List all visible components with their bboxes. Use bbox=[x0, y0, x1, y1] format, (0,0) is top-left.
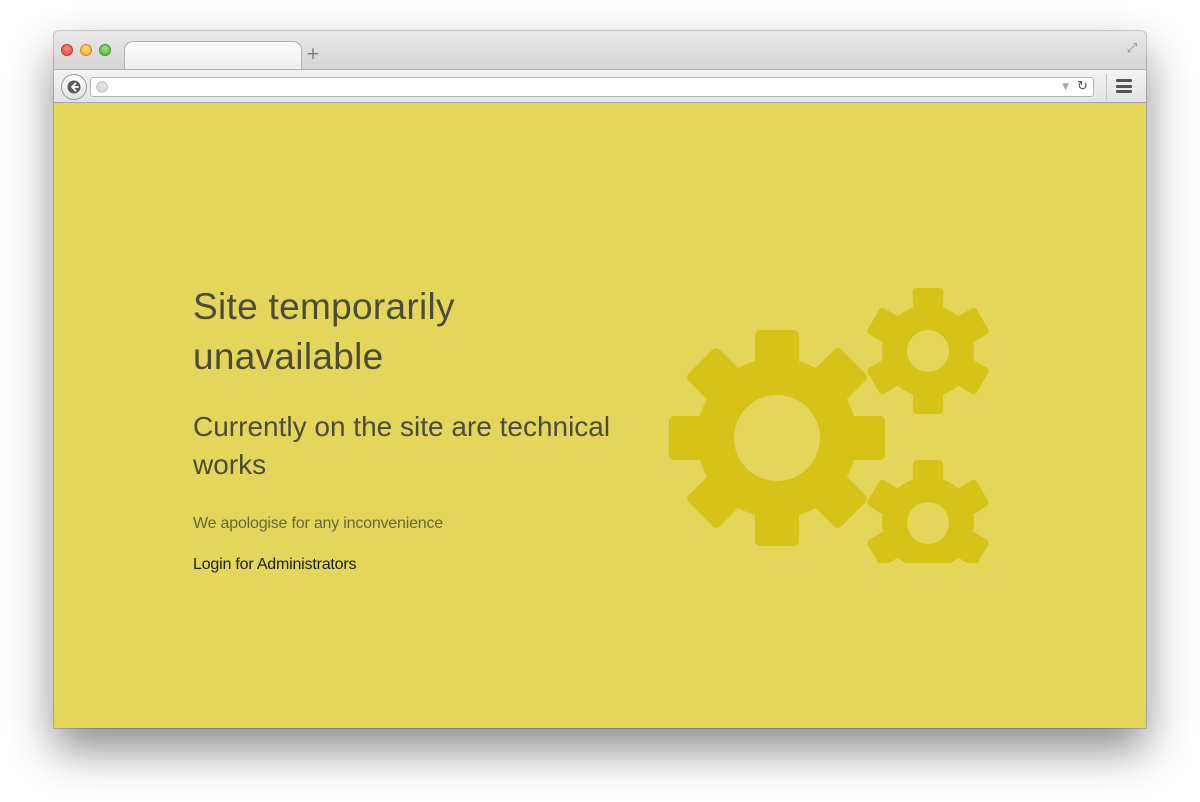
hamburger-menu-icon[interactable] bbox=[1116, 79, 1132, 93]
gears-icon bbox=[669, 288, 991, 563]
large-gear-icon bbox=[669, 330, 885, 546]
menu-line bbox=[1116, 90, 1132, 93]
reload-icon[interactable]: ↻ bbox=[1077, 78, 1088, 96]
top-gear-icon bbox=[865, 288, 991, 414]
browser-window: + ⤢ ▼ ↻ Site temporarily unavailable Cur… bbox=[54, 31, 1146, 728]
close-window-button[interactable] bbox=[61, 44, 73, 56]
minimize-window-button[interactable] bbox=[80, 44, 92, 56]
admin-login-link[interactable]: Login for Administrators bbox=[193, 554, 643, 576]
zoom-window-button[interactable] bbox=[99, 44, 111, 56]
menu-line bbox=[1116, 79, 1132, 82]
url-dropdown-icon[interactable]: ▼ bbox=[1062, 78, 1069, 96]
back-button[interactable] bbox=[61, 74, 87, 100]
new-tab-button[interactable]: + bbox=[304, 45, 322, 63]
bottom-gear-icon bbox=[865, 460, 991, 563]
back-arrow-icon bbox=[67, 80, 81, 94]
page-content: Site temporarily unavailable Currently o… bbox=[54, 103, 1146, 728]
browser-tab[interactable] bbox=[124, 41, 302, 71]
toolbar-divider bbox=[1106, 74, 1107, 100]
address-bar[interactable]: ▼ ↻ bbox=[90, 77, 1094, 97]
page-subtitle: Currently on the site are technical work… bbox=[193, 411, 611, 480]
page-title: Site temporarily unavailable bbox=[193, 286, 455, 377]
browser-toolbar: ▼ ↻ bbox=[54, 69, 1146, 103]
maintenance-message: Site temporarily unavailable Currently o… bbox=[193, 282, 643, 576]
globe-icon bbox=[95, 80, 109, 94]
title-bar: + ⤢ bbox=[54, 31, 1146, 71]
menu-line bbox=[1116, 84, 1132, 88]
apology-text: We apologise for any inconvenience bbox=[193, 515, 443, 532]
fullscreen-icon[interactable]: ⤢ bbox=[1124, 41, 1140, 57]
